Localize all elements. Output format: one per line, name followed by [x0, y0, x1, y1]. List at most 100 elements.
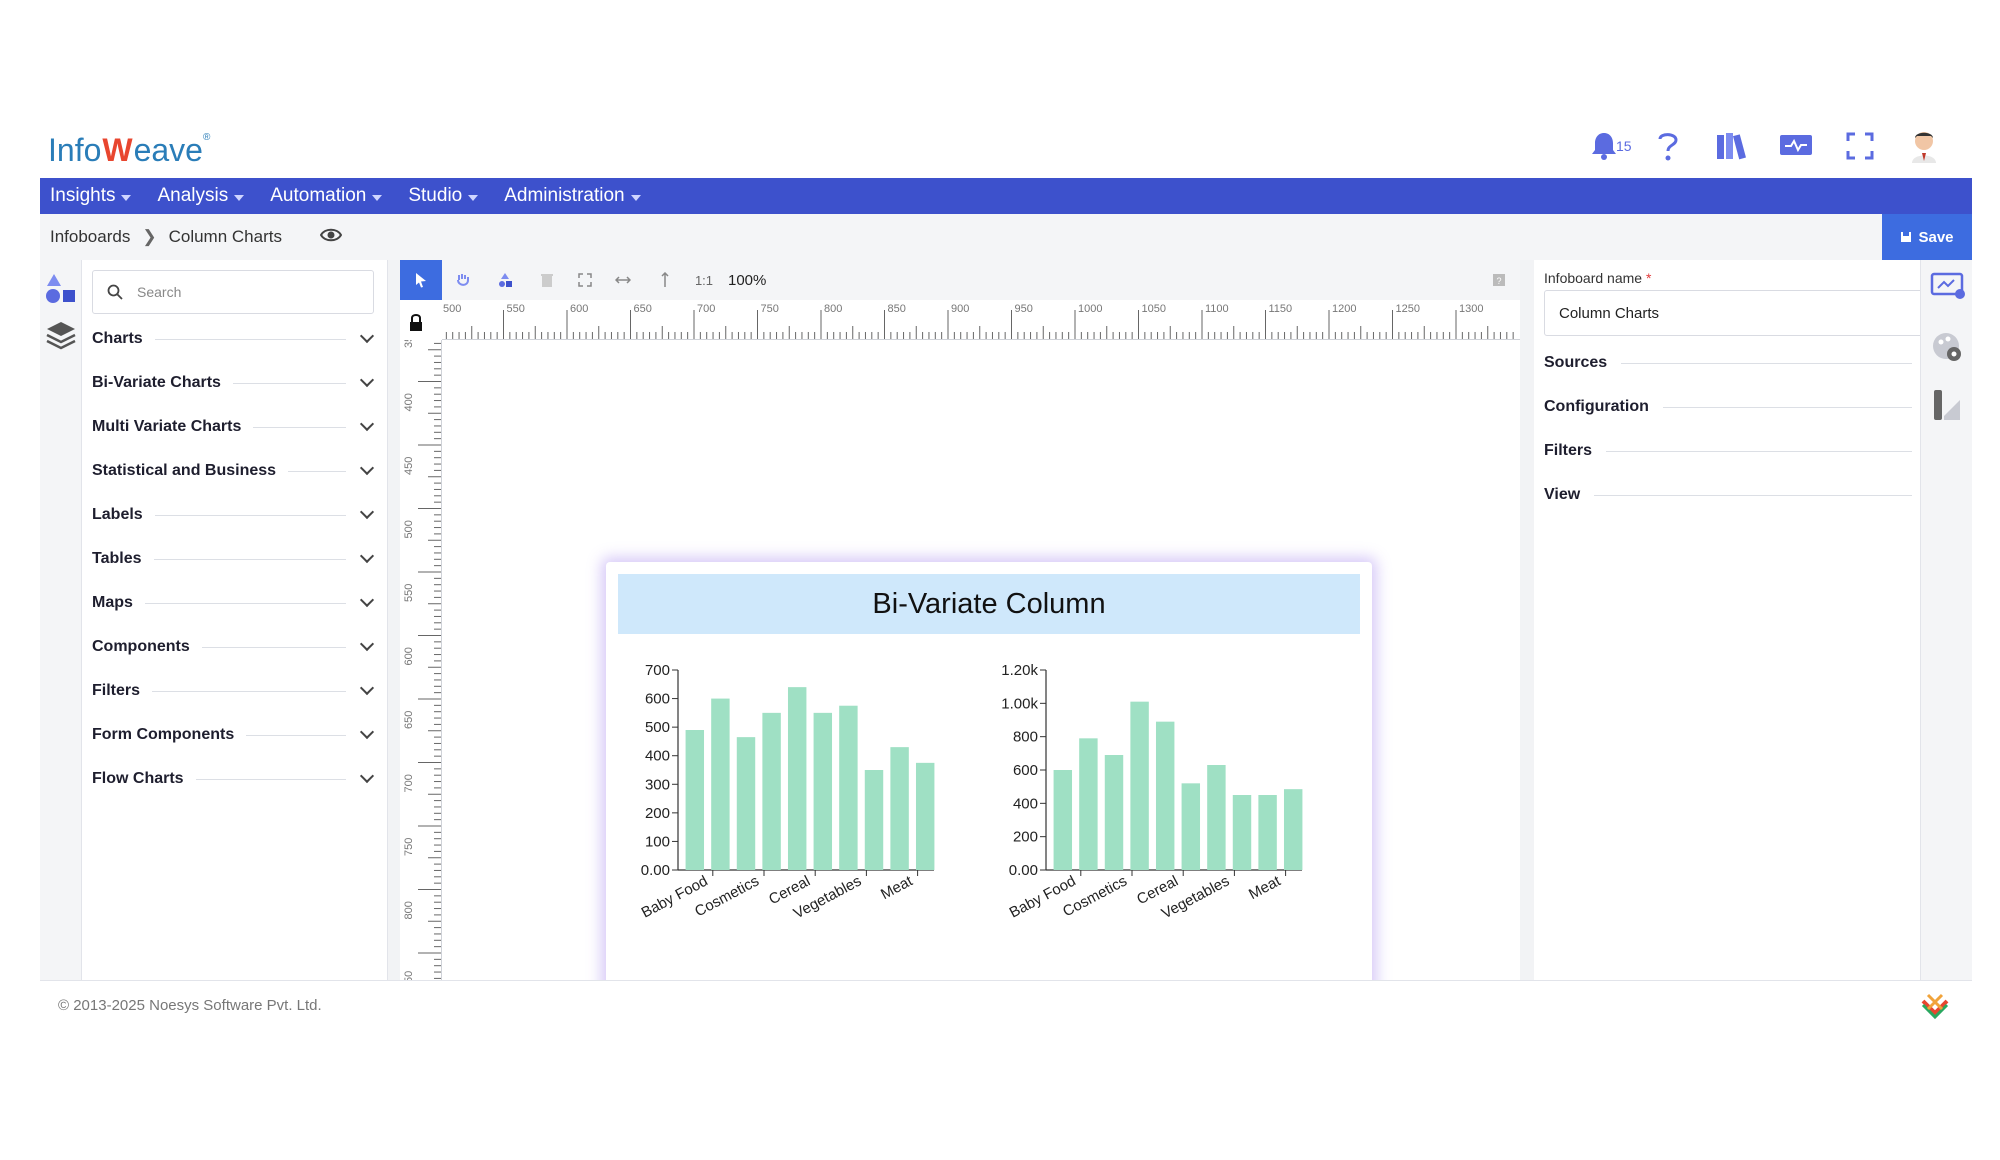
- section-configuration[interactable]: Configuration: [1544, 394, 1942, 420]
- bar[interactable]: [762, 712, 781, 870]
- category-label: Flow Charts: [92, 770, 184, 787]
- nav-administration[interactable]: Administration: [504, 185, 641, 207]
- chevron-down-icon: [359, 592, 375, 608]
- nav-analysis[interactable]: Analysis: [157, 185, 245, 207]
- nav-automation[interactable]: Automation: [270, 185, 383, 207]
- chevron-down-icon: [359, 680, 375, 696]
- left-splitter[interactable]: [388, 260, 400, 980]
- category-flow-charts[interactable]: Flow Charts: [92, 766, 376, 792]
- category-multi-variate-charts[interactable]: Multi Variate Charts: [92, 414, 376, 440]
- help-small-button[interactable]: ?: [1478, 260, 1520, 300]
- horizontal-ruler: 500 550 600 650 700 750 800 850 900 950 1000 1050 11…: [442, 300, 1520, 340]
- bar[interactable]: [1155, 721, 1175, 870]
- fullscreen-button[interactable]: [1842, 128, 1878, 164]
- section-sources[interactable]: Sources: [1544, 350, 1942, 376]
- pan-tool[interactable]: [442, 260, 484, 300]
- bar[interactable]: [839, 705, 858, 870]
- bar[interactable]: [864, 770, 884, 870]
- monitor-button[interactable]: [1778, 128, 1814, 164]
- bar[interactable]: [1130, 701, 1149, 870]
- ruler-label: 800: [403, 901, 415, 919]
- bar[interactable]: [1207, 765, 1226, 870]
- category-label: Multi Variate Charts: [92, 418, 242, 435]
- category-bi-variate-charts[interactable]: Bi-Variate Charts: [92, 370, 376, 396]
- section-filters[interactable]: Filters: [1544, 438, 1942, 464]
- nav-studio[interactable]: Studio: [408, 185, 479, 207]
- library-button[interactable]: [1714, 128, 1750, 164]
- select-tool[interactable]: [400, 260, 442, 300]
- bar[interactable]: [1283, 789, 1303, 870]
- help-box-icon: ?: [1493, 274, 1505, 286]
- caret-down-icon: [630, 194, 641, 201]
- theme-palette-icon[interactable]: [1930, 330, 1966, 369]
- category-charts[interactable]: Charts: [92, 326, 376, 352]
- bar[interactable]: [787, 687, 807, 870]
- chevron-down-icon: [359, 328, 375, 344]
- bar[interactable]: [915, 762, 935, 870]
- bar[interactable]: [736, 737, 756, 870]
- user-avatar[interactable]: [1906, 128, 1942, 164]
- lock-icon[interactable]: [400, 300, 442, 340]
- board-settings-icon[interactable]: [1930, 270, 1966, 307]
- search-input[interactable]: Search: [92, 270, 374, 314]
- ruler-label: 1000: [1078, 303, 1102, 315]
- chevron-down-icon: [359, 504, 375, 520]
- fit-tool[interactable]: [568, 260, 602, 300]
- bar[interactable]: [685, 730, 705, 870]
- chart-widget-card[interactable]: Bi-Variate Column 0.00 100 200 300 400 500 600…: [606, 562, 1372, 998]
- bar[interactable]: [1079, 738, 1098, 870]
- category-tables[interactable]: Tables: [92, 546, 376, 572]
- actual-size-tool[interactable]: 1:1: [686, 260, 722, 300]
- brush-style-icon[interactable]: [1930, 388, 1966, 429]
- notifications-button[interactable]: 15: [1586, 128, 1632, 164]
- bar[interactable]: [1181, 783, 1201, 870]
- save-label: Save: [1918, 228, 1954, 246]
- category-maps[interactable]: Maps: [92, 590, 376, 616]
- properties-panel: Infoboard name * Column Charts Sources Co…: [1534, 260, 1942, 980]
- category-labels[interactable]: Labels: [92, 502, 376, 528]
- bar[interactable]: [1232, 795, 1252, 870]
- help-button[interactable]: [1650, 128, 1686, 164]
- category-statistical-and-business[interactable]: Statistical and Business: [92, 458, 376, 484]
- eye-icon[interactable]: [319, 227, 343, 248]
- breadcrumb-infoboards[interactable]: Infoboards: [50, 227, 130, 247]
- section-view[interactable]: View: [1544, 482, 1942, 508]
- category-components[interactable]: Components: [92, 634, 376, 660]
- x-tick-label: Meat: [878, 872, 916, 903]
- canvas-toolbar: 1:1 100% ?: [400, 260, 1520, 300]
- section-label: View: [1544, 486, 1581, 503]
- ruler-label: 550: [403, 584, 415, 602]
- bar[interactable]: [1104, 755, 1124, 870]
- category-label: Maps: [92, 594, 133, 611]
- fit-height-tool[interactable]: [644, 260, 686, 300]
- left-icon-rail: [40, 260, 82, 980]
- category-form-components[interactable]: Form Components: [92, 722, 376, 748]
- widget-panel: Search Charts Bi-Variate Charts Multi Vari…: [82, 260, 388, 980]
- category-filters[interactable]: Filters: [92, 678, 376, 704]
- y-tick-label: 600: [1013, 762, 1038, 779]
- y-tick-label: 1.20k: [1001, 662, 1038, 679]
- bar[interactable]: [813, 712, 833, 870]
- bar[interactable]: [890, 747, 909, 870]
- fit-width-tool[interactable]: [602, 260, 644, 300]
- arrows-horizontal-icon: [615, 276, 631, 284]
- top-icons: 15: [1586, 128, 1942, 164]
- bar[interactable]: [1258, 795, 1277, 870]
- bar[interactable]: [711, 698, 730, 870]
- section-label: Configuration: [1544, 398, 1649, 415]
- layers-icon[interactable]: [44, 318, 78, 352]
- bar[interactable]: [1053, 770, 1073, 870]
- infoweave-logo[interactable]: Info W eave ®: [48, 126, 210, 174]
- y-tick-label: 0.00: [1009, 862, 1038, 879]
- section-label: Filters: [1544, 442, 1593, 459]
- delete-tool[interactable]: [526, 260, 568, 300]
- shapes-icon[interactable]: [44, 272, 78, 306]
- x-tick-label: Meat: [1246, 872, 1284, 903]
- right-splitter[interactable]: [1520, 260, 1534, 980]
- infoboard-name-input[interactable]: Column Charts: [1544, 290, 1942, 336]
- save-button[interactable]: Save: [1882, 214, 1972, 260]
- y-tick-label: 0.00: [641, 862, 670, 879]
- shapes-tool[interactable]: [484, 260, 526, 300]
- chevron-down-icon: [359, 724, 375, 740]
- nav-insights[interactable]: Insights: [50, 185, 132, 207]
